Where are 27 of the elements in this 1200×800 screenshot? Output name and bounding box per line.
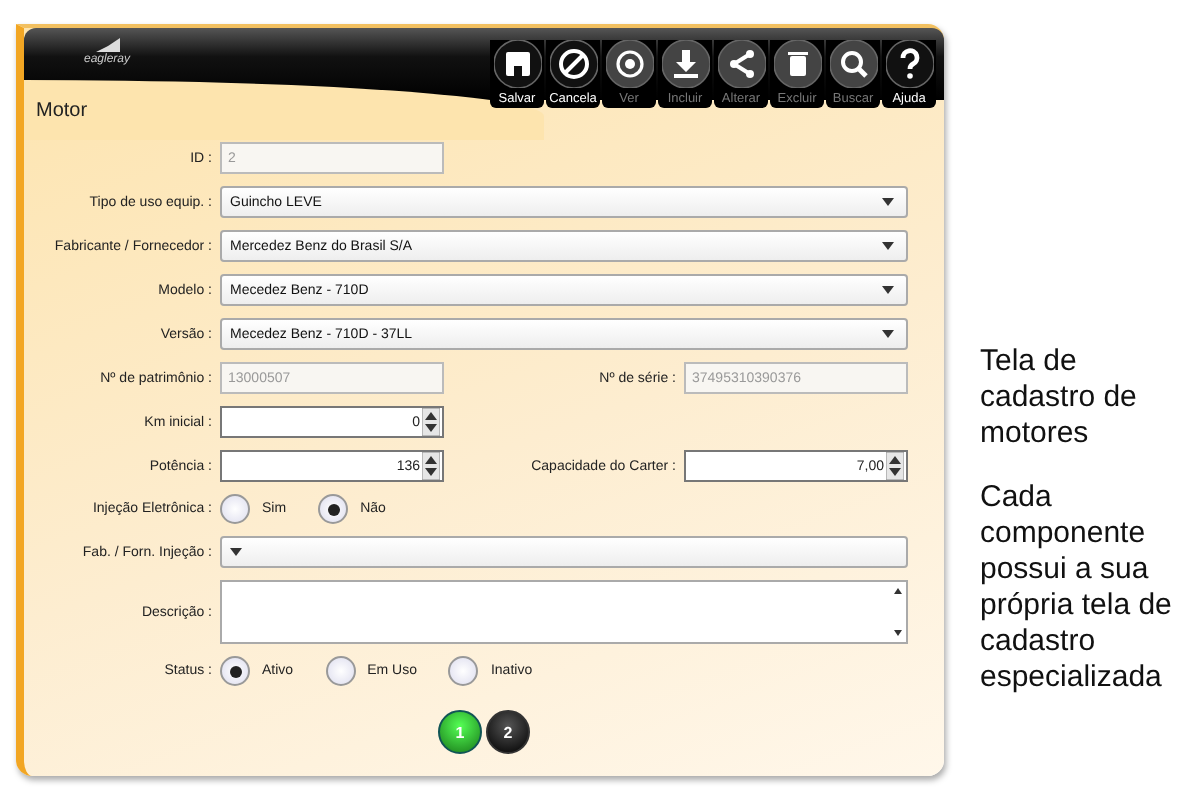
radio-button[interactable]	[220, 656, 250, 686]
spinner-arrows-icon	[422, 452, 440, 480]
text-area[interactable]	[220, 580, 908, 644]
download-icon	[661, 40, 709, 88]
radio-button[interactable]	[325, 656, 356, 686]
share-icon	[717, 40, 765, 88]
radio-button[interactable]	[220, 494, 250, 524]
page-button[interactable]: 2	[486, 710, 530, 754]
help-icon	[885, 40, 933, 88]
radio-button[interactable]	[318, 494, 349, 524]
caret-icon	[882, 242, 894, 250]
spinner-arrows-icon	[886, 452, 904, 480]
caret-icon	[882, 286, 894, 294]
bird-logo-icon	[93, 36, 121, 54]
caret-icon	[882, 330, 894, 338]
trash-icon	[773, 40, 821, 88]
caret-icon	[882, 198, 894, 206]
spinner-arrows-icon	[422, 408, 440, 436]
eye-icon	[605, 40, 653, 88]
slide-text: Cada componente possui a sua própria tela de cadastro especializada	[980, 480, 1174, 696]
cancel-icon	[549, 40, 597, 88]
search-icon	[829, 40, 877, 88]
slide-text: Tela de cadastro de motores	[980, 344, 1139, 452]
caret-icon	[230, 548, 242, 556]
dropdown[interactable]	[220, 536, 908, 568]
radio-button[interactable]	[448, 656, 479, 686]
form-title: Motor	[34, 98, 88, 122]
